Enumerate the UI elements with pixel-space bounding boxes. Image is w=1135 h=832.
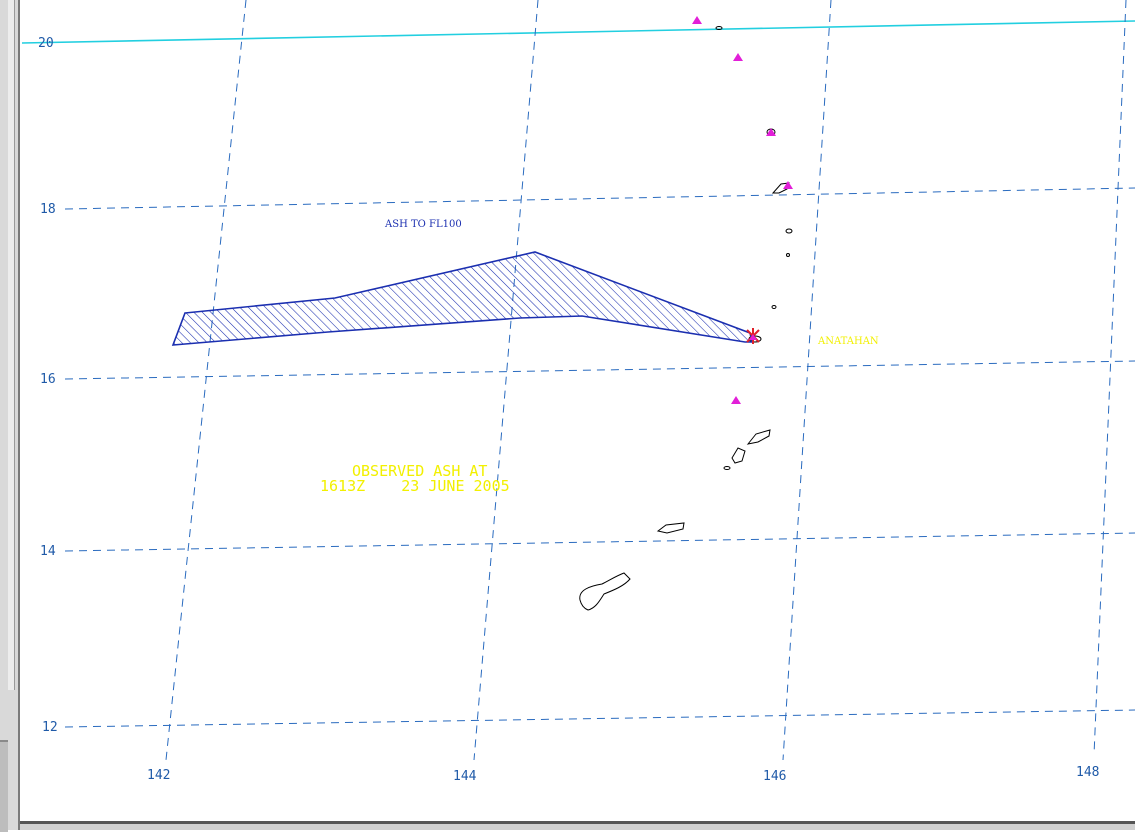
lon-label-142: 142 — [147, 768, 170, 783]
island-farallon — [715, 26, 723, 30]
island-guam — [579, 572, 631, 611]
lon-line-148 — [1093, 0, 1127, 756]
volcano-triangle-icon — [731, 396, 741, 404]
lon-label-144: 144 — [453, 769, 477, 784]
lat-label-20: 20 — [38, 36, 54, 51]
lon-line-142 — [165, 0, 247, 761]
lat-label-16: 16 — [40, 372, 56, 387]
map-canvas: 20 18 16 14 12 142 144 146 148 ASH TO FL… — [21, 0, 1135, 784]
lat-line-12 — [64, 709, 1135, 728]
volcano-triangle-icon — [692, 16, 702, 24]
observed-ash-line2: 1613Z 23 JUNE 2005 — [320, 477, 510, 495]
island-guguan — [786, 253, 790, 257]
lat-label-12: 12 — [42, 720, 58, 735]
lat-label-18: 18 — [40, 202, 56, 217]
volcano-name-label: ANATAHAN — [817, 336, 879, 347]
latitude-gridlines — [64, 187, 1135, 728]
lat-line-14 — [64, 532, 1135, 552]
island-aguijan — [723, 466, 731, 470]
volcano-markers — [692, 16, 793, 404]
lon-label-146: 146 — [763, 769, 786, 784]
lat-label-14: 14 — [40, 544, 56, 559]
island-sarigan — [771, 305, 777, 309]
map-window: 20 18 16 14 12 142 144 146 148 ASH TO FL… — [0, 0, 1135, 832]
island-saipan — [746, 429, 771, 445]
ash-cloud-area[interactable] — [171, 251, 753, 346]
island-rota — [656, 522, 685, 534]
lon-label-148: 148 — [1076, 765, 1099, 780]
island-alamagan — [785, 228, 793, 234]
lon-line-146 — [782, 0, 832, 761]
volcano-triangle-icon — [733, 53, 743, 61]
longitude-labels: 142 144 146 148 — [147, 765, 1099, 784]
volcano-triangle-icon — [783, 181, 793, 189]
ash-level-annotation: ASH TO FL100 — [384, 219, 462, 230]
island-tinian — [731, 447, 746, 464]
lat-line-20-cyan — [21, 20, 1135, 44]
lon-line-144 — [473, 0, 539, 761]
latitude-labels: 20 18 16 14 12 — [38, 36, 58, 735]
lat-line-16 — [64, 360, 1135, 380]
longitude-gridlines — [165, 0, 1127, 761]
